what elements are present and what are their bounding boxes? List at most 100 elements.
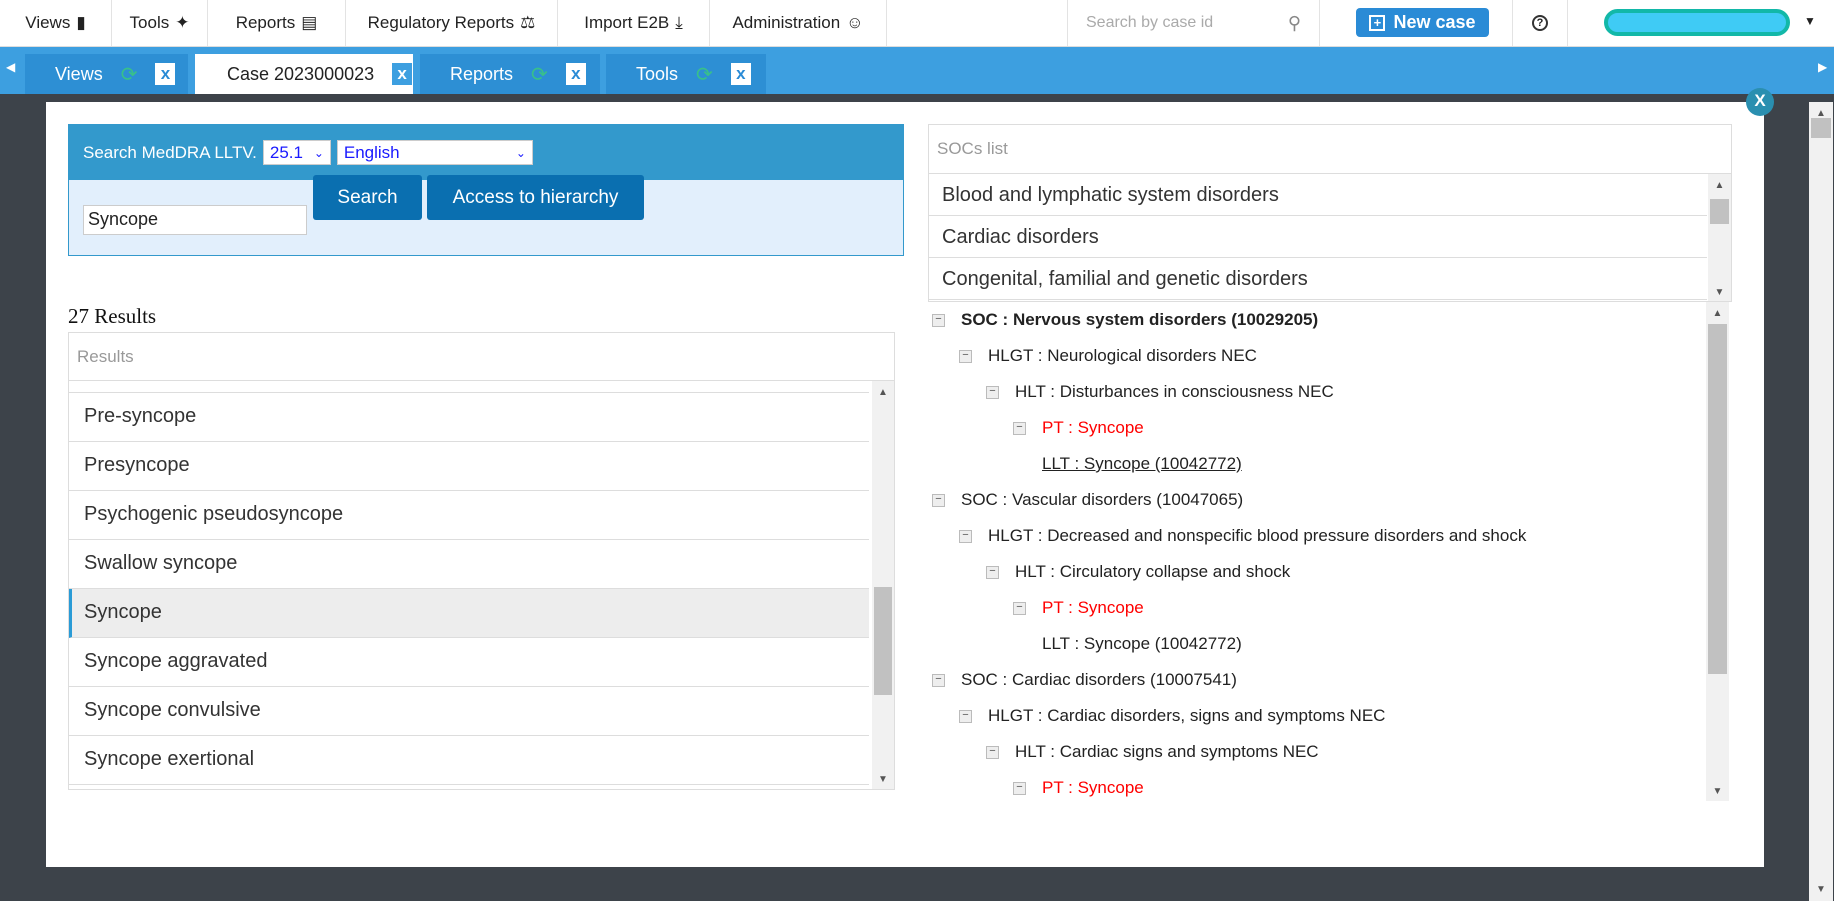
tree-scrollbar[interactable]: ▲ ▼	[1706, 302, 1729, 801]
tree-node: LLT : Syncope (10042772)	[932, 626, 1702, 662]
user-menu-avatar[interactable]	[1604, 9, 1790, 36]
tree-node-label[interactable]: LLT : Syncope (10042772)	[1042, 634, 1242, 654]
tree-node: − SOC : Vascular disorders (10047065)	[932, 482, 1702, 518]
plus-square-icon: +	[1369, 14, 1386, 31]
collapse-icon[interactable]: −	[1013, 781, 1026, 795]
new-case-button[interactable]: + New case	[1356, 8, 1489, 37]
bar-chart-icon: ▤	[301, 13, 318, 32]
close-tab-icon[interactable]: x	[155, 63, 176, 85]
close-tab-icon[interactable]: x	[392, 63, 413, 85]
nav-views[interactable]: Views ▮	[0, 0, 112, 46]
results-list: Results Pre-syncope Presyncope Psychogenic…	[68, 332, 895, 790]
result-item[interactable]: Swallow syncope	[69, 540, 869, 589]
collapse-icon[interactable]: −	[932, 313, 945, 327]
collapse-icon[interactable]: −	[986, 565, 999, 579]
tab-scroll-left-icon[interactable]: ◀	[6, 60, 15, 74]
scroll-thumb[interactable]	[874, 587, 892, 695]
scroll-up-icon[interactable]: ▲	[1708, 180, 1731, 191]
collapse-icon[interactable]: −	[959, 529, 972, 543]
result-item[interactable]: Syncope aggravated	[69, 638, 869, 687]
soc-item[interactable]: Blood and lymphatic system disorders	[929, 174, 1707, 216]
result-item[interactable]: Presyncope	[69, 442, 869, 491]
access-hierarchy-button[interactable]: Access to hierarchy	[427, 175, 644, 220]
search-placeholder: Search by case id	[1086, 14, 1214, 31]
tree-node-label: PT : Syncope	[1042, 778, 1144, 797]
results-scrollbar[interactable]: ▲ ▼	[872, 381, 894, 789]
tree-node-label: SOC : Cardiac disorders (10007541)	[961, 670, 1237, 689]
tab-views[interactable]: Views ⟳ x	[25, 54, 188, 94]
soc-item[interactable]: Congenital, familial and genetic disorde…	[929, 258, 1707, 300]
scroll-down-icon[interactable]: ▼	[1708, 287, 1731, 298]
collapse-icon[interactable]: −	[959, 709, 972, 723]
tab-reports[interactable]: Reports ⟳ x	[420, 54, 600, 94]
tab-label: Case 2023000023	[227, 63, 375, 84]
collapse-icon[interactable]: −	[932, 673, 945, 687]
user-menu-caret-icon[interactable]: ▼	[1804, 14, 1816, 28]
result-item[interactable]: Syncope exertional	[69, 736, 869, 785]
download-icon: ⤓	[675, 13, 683, 32]
scroll-thumb[interactable]	[1710, 199, 1729, 224]
tab-tools[interactable]: Tools ⟳ x	[606, 54, 766, 94]
tree-node: − HLT : Cardiac signs and symptoms NEC	[932, 734, 1702, 770]
tree-node: − HLGT : Cardiac disorders, signs and sym…	[932, 698, 1702, 734]
close-tab-icon[interactable]: x	[565, 63, 586, 85]
tree-node-label: PT : Syncope	[1042, 598, 1144, 617]
search-icon[interactable]: ⚲	[1288, 13, 1301, 34]
nav-admin-label: Administration	[732, 13, 841, 32]
nav-views-label: Views	[25, 13, 71, 32]
result-item[interactable]: Pre-syncope	[69, 393, 869, 442]
page-scrollbar[interactable]: ▲ ▼	[1809, 102, 1833, 901]
close-tab-icon[interactable]: x	[730, 63, 751, 85]
refresh-icon[interactable]: ⟳	[696, 62, 713, 87]
search-panel-header: Search MedDRA LLTV. 25.1 ⌄ English ⌄	[69, 125, 903, 180]
scroll-down-icon[interactable]: ▼	[872, 774, 894, 785]
magic-wand-icon: ✦	[175, 13, 190, 32]
tree-node-label[interactable]: LLT : Syncope (10042772)	[1042, 454, 1242, 474]
scroll-thumb[interactable]	[1708, 324, 1727, 674]
collapse-icon[interactable]: −	[986, 385, 999, 399]
collapse-icon[interactable]: −	[1013, 421, 1026, 435]
version-select[interactable]: 25.1 ⌄	[262, 140, 331, 165]
term-search-input[interactable]: Syncope	[83, 205, 307, 235]
help-button[interactable]: ?	[1512, 0, 1568, 46]
result-item[interactable]: Psychogenic pseudosyncope	[69, 491, 869, 540]
tab-label: Reports	[450, 63, 514, 84]
user-icon: ☺	[846, 13, 864, 32]
search-button[interactable]: Search	[313, 175, 422, 220]
tab-bar: ◀ Views ⟳ x Case 2023000023 x Reports ⟳ x Too…	[0, 47, 1834, 94]
refresh-icon[interactable]: ⟳	[531, 62, 548, 87]
socs-scrollbar[interactable]: ▲ ▼	[1708, 174, 1731, 301]
case-search-input[interactable]: Search by case id ⚲	[1067, 0, 1320, 46]
scroll-up-icon[interactable]: ▲	[872, 387, 894, 398]
collapse-icon[interactable]: −	[959, 349, 972, 363]
book-icon: ▮	[76, 13, 86, 32]
tab-case[interactable]: Case 2023000023 x	[195, 54, 413, 94]
tab-scroll-right-icon[interactable]: ▶	[1818, 60, 1827, 74]
version-value: 25.1	[269, 142, 303, 162]
nav-tools-label: Tools	[129, 13, 170, 32]
collapse-icon[interactable]: −	[1013, 601, 1026, 615]
collapse-icon[interactable]: −	[986, 745, 999, 759]
scroll-down-icon[interactable]: ▼	[1809, 884, 1833, 895]
tree-node-label: HLT : Cardiac signs and symptoms NEC	[1015, 742, 1319, 761]
collapse-icon[interactable]: −	[932, 493, 945, 507]
nav-reports[interactable]: Reports ▤	[208, 0, 346, 46]
nav-regulatory-reports[interactable]: Regulatory Reports ⚖	[346, 0, 558, 46]
language-select[interactable]: English ⌄	[336, 140, 533, 165]
result-item[interactable]: Syncope	[69, 589, 869, 638]
refresh-icon[interactable]: ⟳	[121, 62, 138, 87]
chevron-down-icon: ⌄	[515, 145, 526, 160]
nav-import-e2b[interactable]: Import E2B ⤓	[558, 0, 710, 46]
top-navbar: Views ▮ Tools ✦ Reports ▤ Regulatory Report…	[0, 0, 1834, 47]
scroll-down-icon[interactable]: ▼	[1706, 786, 1729, 797]
nav-tools[interactable]: Tools ✦	[112, 0, 208, 46]
soc-item[interactable]: Cardiac disorders	[929, 216, 1707, 258]
scale-icon: ⚖	[520, 13, 536, 32]
scroll-up-icon[interactable]: ▲	[1706, 308, 1729, 319]
result-item[interactable]: Syncope convulsive	[69, 687, 869, 736]
tab-label: Tools	[636, 63, 679, 84]
nav-administration[interactable]: Administration ☺	[710, 0, 887, 46]
hierarchy-tree: − SOC : Nervous system disorders (1002920…	[928, 302, 1732, 801]
scroll-thumb[interactable]	[1811, 118, 1831, 138]
modal-close-button[interactable]: X	[1746, 88, 1774, 116]
